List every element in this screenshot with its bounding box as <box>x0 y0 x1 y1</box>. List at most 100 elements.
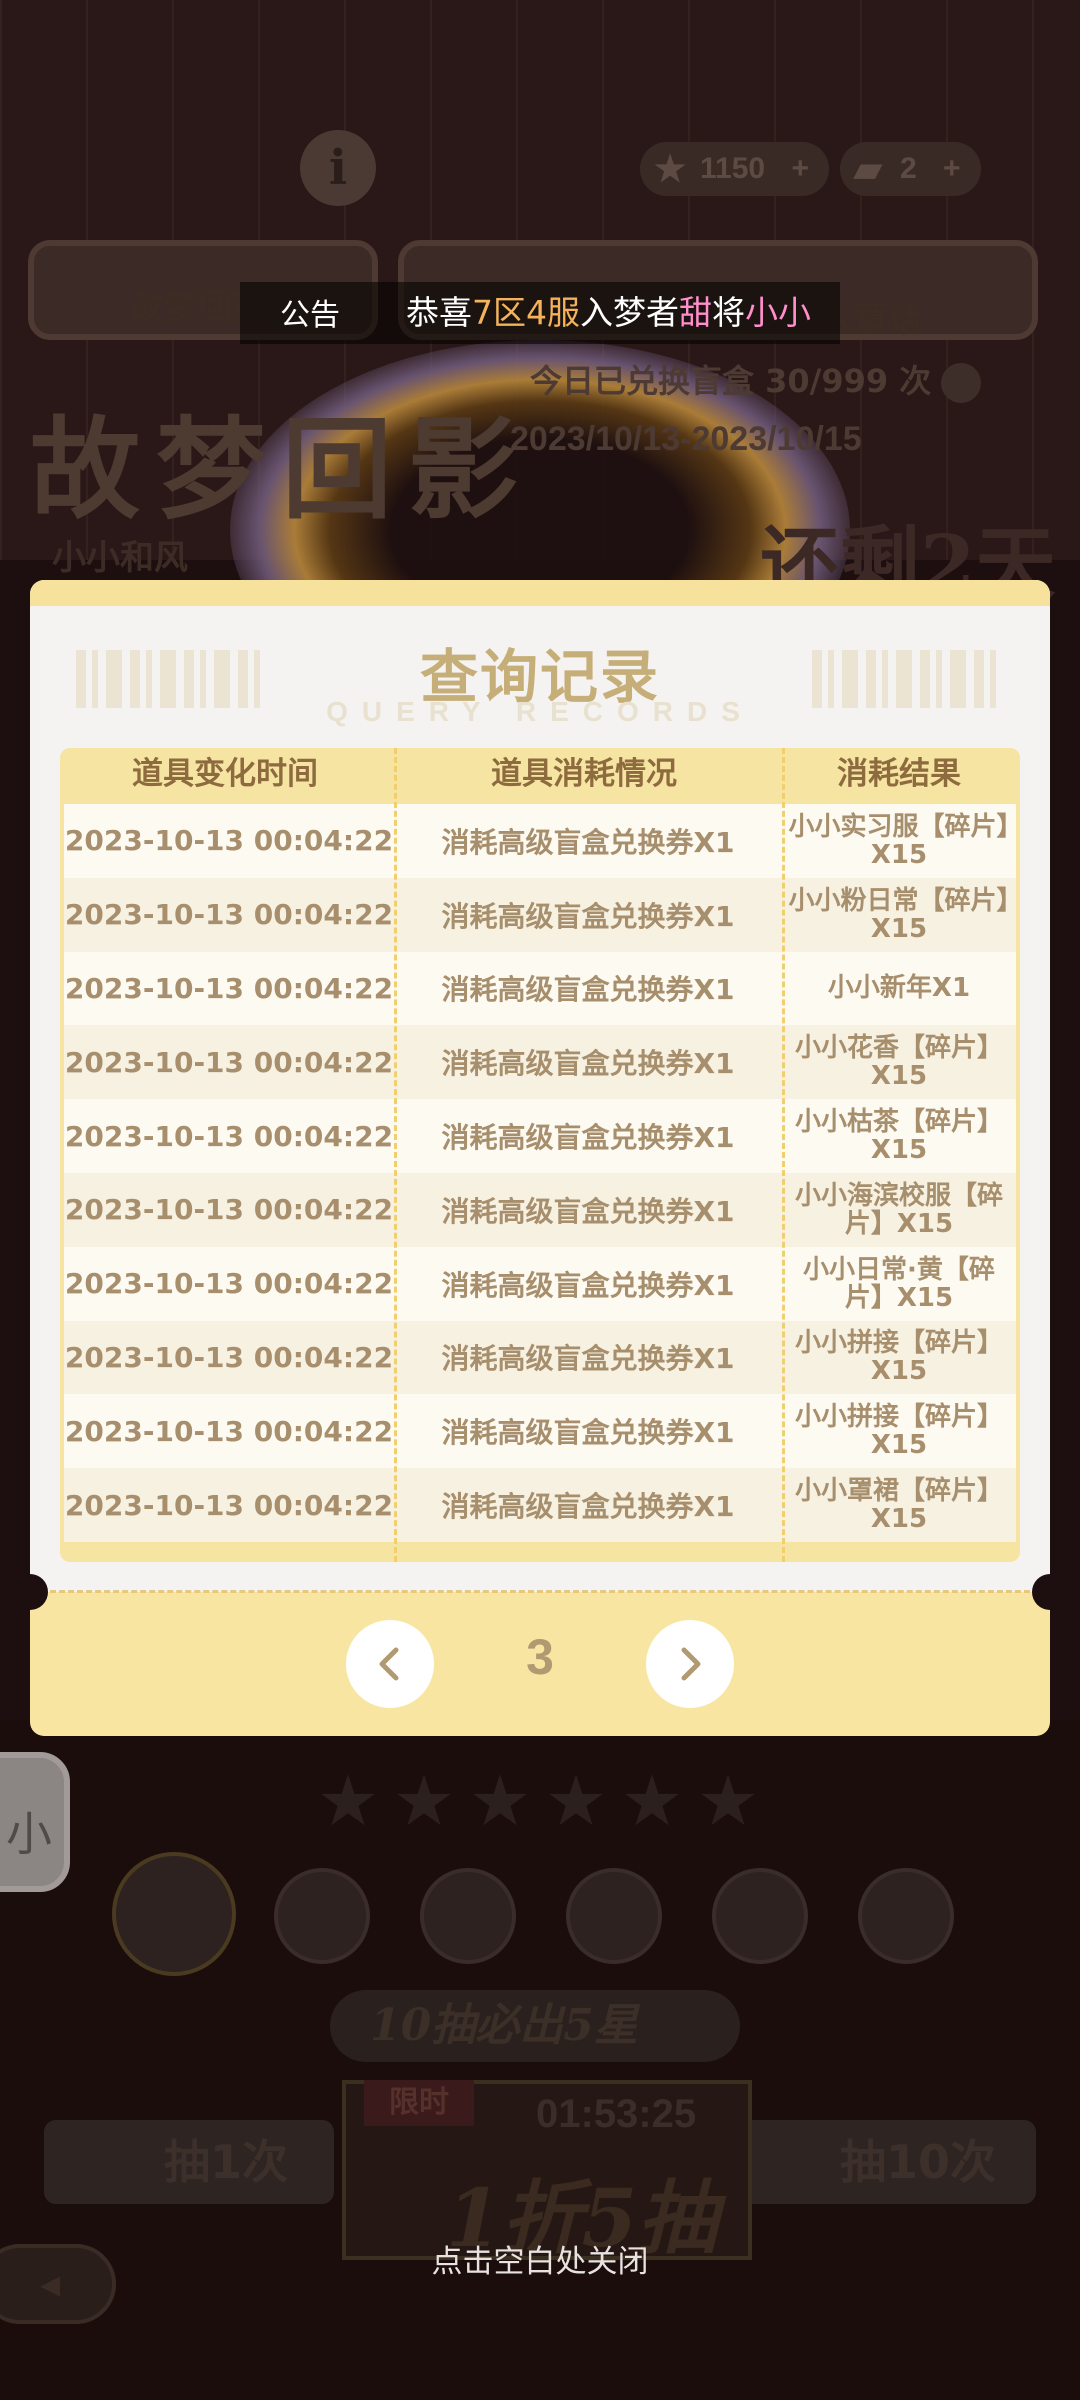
query-records-modal: 查询记录 QUERY RECORDS 道具变化时间 道具消耗情况 消耗结果 20… <box>12 580 1068 1736</box>
column-header-usage: 道具消耗情况 <box>491 756 677 792</box>
cell-result: 小小花香【碎片】X15 <box>794 1033 1003 1092</box>
announcement-text: 恭喜7区4服入梦者甜将小小 <box>406 286 826 334</box>
cell-result: 小小拼接【碎片】X15 <box>794 1402 1003 1461</box>
side-item-label: 小小和风 <box>52 538 188 578</box>
table-row: 2023-10-13 00:04:22 消耗高级盲盒兑换券X1 小小罩裙【碎片】X1… <box>64 1468 1016 1542</box>
table-header: 道具变化时间 道具消耗情况 消耗结果 <box>60 748 1020 804</box>
draw-ten-label: 抽10次 <box>840 2135 997 2189</box>
ticket-currency: ▰ 2 + <box>840 142 981 196</box>
cell-time: 2023-10-13 00:04:22 <box>64 898 394 932</box>
draw-ten-button[interactable]: 抽10次 <box>736 2120 1036 2204</box>
table-row: 2023-10-13 00:04:22 消耗高级盲盒兑换券X1 小小拼接【碎片】X1… <box>64 1320 1016 1395</box>
help-icon[interactable] <box>941 363 982 403</box>
column-divider <box>394 748 397 1562</box>
cell-result: 小小海滨校服【碎片】X15 <box>794 1180 1003 1239</box>
star-icon: ★ <box>654 148 687 189</box>
avatar[interactable] <box>566 1868 662 1964</box>
modal-subtitle: QUERY RECORDS <box>326 696 754 727</box>
cell-result: 小小罩裙【碎片】X15 <box>794 1476 1003 1535</box>
announcement-part: 恭喜 <box>406 293 472 332</box>
info-icon[interactable]: i <box>300 130 376 206</box>
draw-one-button[interactable]: 抽1次 <box>44 2120 334 2204</box>
avatar[interactable] <box>858 1868 954 1964</box>
announcement-server: 7区4服 <box>472 293 580 332</box>
star-currency: ★ 1150 + <box>640 142 829 196</box>
redeem-limit-text: 今日已兑换盲盒 30/999 次 <box>530 362 932 400</box>
limited-tag: 限时 <box>364 2080 474 2126</box>
cell-usage: 消耗高级盲盒兑换券X1 <box>441 1194 735 1228</box>
modal-top-stripe <box>30 580 1050 606</box>
cell-usage: 消耗高级盲盒兑换券X1 <box>441 973 735 1007</box>
table-row: 2023-10-13 00:04:22 消耗高级盲盒兑换券X1 小小日常·黄【碎片】… <box>64 1246 1016 1321</box>
records-table: 道具变化时间 道具消耗情况 消耗结果 2023-10-13 00:04:22 消耗… <box>60 748 1020 1562</box>
table-row: 2023-10-13 00:04:22 消耗高级盲盒兑换券X1 小小新年X1 <box>64 951 1016 1026</box>
star-icon: ★ <box>392 1760 456 1842</box>
guarantee-banner: 10抽必出5星 <box>330 1990 740 2062</box>
star-icon: ★ <box>544 1760 608 1842</box>
cell-time: 2023-10-13 00:04:22 <box>64 1340 394 1374</box>
ticket-count: 2 <box>900 152 917 185</box>
cell-time: 2023-10-13 00:04:22 <box>64 1267 394 1301</box>
perforation-line <box>50 1590 1030 1593</box>
cell-result: 小小枯茶【碎片】X15 <box>794 1107 1003 1166</box>
offer-timer: 01:53:25 <box>536 2092 697 2136</box>
star-icon: ★ <box>620 1760 684 1842</box>
limited-offer[interactable]: 限时 01:53:25 1折5抽 <box>342 2080 752 2265</box>
table-row: 2023-10-13 00:04:22 消耗高级盲盒兑换券X1 小小花香【碎片】X1… <box>64 1025 1016 1100</box>
table-row: 2023-10-13 00:04:22 消耗高级盲盒兑换券X1 小小枯茶【碎片】X1… <box>64 1099 1016 1173</box>
close-hint[interactable]: 点击空白处关闭 <box>0 2236 1080 2281</box>
table-row: 2023-10-13 00:04:22 消耗高级盲盒兑换券X1 小小粉日常【碎片】X… <box>64 877 1016 952</box>
ticket-icon: ▰ <box>854 148 882 189</box>
cell-usage: 消耗高级盲盒兑换券X1 <box>441 1047 735 1081</box>
avatar[interactable] <box>274 1868 370 1964</box>
add-star-button[interactable]: + <box>791 152 809 185</box>
avatar[interactable] <box>420 1868 516 1964</box>
column-divider <box>782 748 785 1562</box>
cell-usage: 消耗高级盲盒兑换券X1 <box>441 1416 735 1450</box>
cell-time: 2023-10-13 00:04:22 <box>64 1193 394 1227</box>
draw-one-label: 抽1次 <box>164 2135 289 2189</box>
cell-time: 2023-10-13 00:04:22 <box>64 1119 394 1153</box>
cell-time: 2023-10-13 00:04:22 <box>64 1488 394 1522</box>
cell-usage: 消耗高级盲盒兑换券X1 <box>441 1268 735 1302</box>
announcement-item: 小小 <box>745 293 811 332</box>
side-tab[interactable]: 小 <box>0 1752 70 1892</box>
avatar[interactable] <box>112 1852 236 1976</box>
cell-usage: 消耗高级盲盒兑换券X1 <box>441 1490 735 1524</box>
ticket-notch <box>12 1574 48 1610</box>
next-page-button[interactable] <box>646 1620 734 1708</box>
event-date: 2023/10/13-2023/10/15 <box>510 420 862 458</box>
star-count: 1150 <box>700 152 766 185</box>
cell-result: 小小新年X1 <box>827 973 971 1004</box>
event-title: 故梦回影 <box>30 405 534 534</box>
side-tab-glyph: 小 <box>6 1807 52 1861</box>
column-header-result: 消耗结果 <box>837 756 961 792</box>
prev-page-button[interactable] <box>346 1620 434 1708</box>
chevron-left-icon <box>379 1647 399 1681</box>
star-icon: ★ <box>316 1760 380 1842</box>
cell-time: 2023-10-13 00:04:22 <box>64 824 394 858</box>
announcement-player: 甜 <box>679 293 712 332</box>
announcement-part: 入梦者 <box>580 293 679 332</box>
cell-result: 小小拼接【碎片】X15 <box>794 1328 1003 1387</box>
star-icon: ★ <box>696 1760 760 1842</box>
screen: i ★ 1150 + ▰ 2 + 故梦回影 入童话 故梦回影 今日已兑换盲盒 3… <box>0 0 1080 2400</box>
modal-body: 查询记录 QUERY RECORDS 道具变化时间 道具消耗情况 消耗结果 20… <box>30 580 1050 1592</box>
avatar[interactable] <box>712 1868 808 1964</box>
table-row: 2023-10-13 00:04:22 消耗高级盲盒兑换券X1 小小海滨校服【碎片】… <box>64 1172 1016 1247</box>
cell-result: 小小日常·黄【碎片】X15 <box>803 1254 995 1313</box>
add-ticket-button[interactable]: + <box>943 152 961 185</box>
cell-usage: 消耗高级盲盒兑换券X1 <box>441 1121 735 1155</box>
cell-time: 2023-10-13 00:04:22 <box>64 1414 394 1448</box>
cell-usage: 消耗高级盲盒兑换券X1 <box>441 899 735 933</box>
cell-usage: 消耗高级盲盒兑换券X1 <box>441 1342 735 1376</box>
redeem-limit: 今日已兑换盲盒 30/999 次 <box>530 356 982 403</box>
cell-time: 2023-10-13 00:04:22 <box>64 971 394 1005</box>
cell-usage: 消耗高级盲盒兑换券X1 <box>441 825 735 859</box>
table-body: 2023-10-13 00:04:22 消耗高级盲盒兑换券X1 小小实习服【碎片】X… <box>64 804 1016 1542</box>
cell-result: 小小实习服【碎片】X15 <box>788 811 1010 870</box>
table-row: 2023-10-13 00:04:22 消耗高级盲盒兑换券X1 小小实习服【碎片】X… <box>64 804 1016 878</box>
star-rating: ★ ★ ★ ★ ★ ★ <box>310 1760 766 1842</box>
star-icon: ★ <box>468 1760 532 1842</box>
column-header-time: 道具变化时间 <box>132 756 318 792</box>
